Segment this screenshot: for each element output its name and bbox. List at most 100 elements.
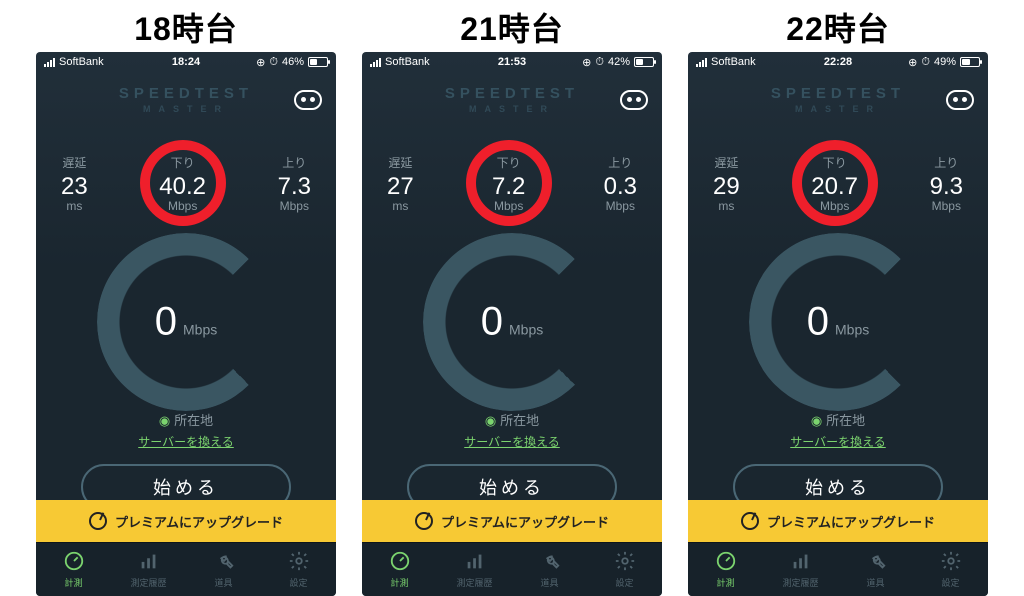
metric-up: 上り 7.3 Mbps — [278, 154, 311, 213]
tab-settings[interactable]: 設定 — [261, 543, 336, 596]
gauge-icon — [89, 512, 107, 530]
logo-line2: MASTER — [688, 105, 988, 114]
tab-measure-icon — [715, 550, 737, 574]
logo-line1: SPEEDTEST — [445, 85, 579, 102]
metric-up: 上り 0.3 Mbps — [604, 154, 637, 213]
gauge-unit: Mbps — [509, 322, 543, 338]
tab-tools-icon — [539, 550, 561, 574]
logo-line2: MASTER — [36, 105, 336, 114]
metric-down: 下り 20.7 Mbps — [790, 154, 880, 213]
tab-history[interactable]: 測定履歴 — [763, 543, 838, 596]
tab-measure[interactable]: 計測 — [362, 543, 437, 596]
metrics-row: 遅延 27 ms 下り 7.2 Mbps 上り 0.3 Mbps — [362, 142, 662, 224]
metric-delay-value: 29 — [713, 173, 740, 201]
tab-history[interactable]: 測定履歴 — [111, 543, 186, 596]
assistant-icon[interactable] — [294, 90, 322, 110]
tab-history[interactable]: 測定履歴 — [437, 543, 512, 596]
change-server-link[interactable]: サーバーを換える — [36, 433, 336, 450]
tab-bar: 計測 測定履歴 道具設定 — [688, 542, 988, 596]
tab-tools-label: 道具 — [540, 576, 558, 589]
metric-delay: 遅延 23 ms — [61, 154, 88, 213]
tab-measure[interactable]: 計測 — [36, 543, 111, 596]
location-row: ◉所在地 — [688, 410, 988, 429]
metric-delay-unit: ms — [713, 199, 740, 213]
premium-banner[interactable]: プレミアムにアップグレード — [36, 500, 336, 542]
tab-tools-icon — [213, 550, 235, 574]
metric-up-value: 0.3 — [604, 173, 637, 201]
metric-down-unit: Mbps — [790, 199, 880, 213]
alarm-icon-2: ⏱ — [921, 56, 930, 69]
metric-delay-unit: ms — [387, 199, 414, 213]
premium-label: プレミアムにアップグレード — [115, 512, 283, 531]
gauge-icon — [415, 512, 433, 530]
metric-delay-label: 遅延 — [387, 154, 414, 171]
metric-delay-label: 遅延 — [61, 154, 88, 171]
metric-up-unit: Mbps — [930, 199, 963, 213]
tab-bar: 計測 測定履歴道具設定 — [36, 542, 336, 596]
clock: 21:53 — [498, 56, 526, 68]
tab-measure-label: 計測 — [64, 576, 82, 589]
gauge-value: 0 — [155, 300, 177, 345]
metric-delay-value: 27 — [387, 173, 414, 201]
metric-down-value: 40.2 — [138, 173, 228, 201]
carrier-label: SoftBank — [59, 56, 104, 68]
metric-up-value: 7.3 — [278, 173, 311, 201]
tab-tools[interactable]: 道具 — [838, 543, 913, 596]
alarm-icon: ⊕ — [256, 56, 265, 69]
status-bar: SoftBank 22:28 ⊕ ⏱ 49% — [688, 52, 988, 72]
assistant-icon[interactable] — [946, 90, 974, 110]
alarm-icon-2: ⏱ — [269, 56, 278, 69]
app-logo: SPEEDTESTMASTER — [688, 86, 988, 114]
premium-banner[interactable]: プレミアムにアップグレード — [688, 500, 988, 542]
metric-delay: 遅延 27 ms — [387, 154, 414, 213]
gauge-unit: Mbps — [183, 322, 217, 338]
screenshot-title: 21時台 — [460, 4, 564, 50]
metric-up-unit: Mbps — [278, 199, 311, 213]
pin-icon: ◉ — [485, 413, 496, 428]
metric-down-unit: Mbps — [464, 199, 554, 213]
tab-tools[interactable]: 道具 — [512, 543, 587, 596]
tab-history-label: 測定履歴 — [782, 576, 818, 589]
tab-settings-label: 設定 — [941, 576, 959, 589]
battery-icon — [634, 57, 654, 67]
location-label: 所在地 — [174, 413, 213, 428]
tab-settings-icon — [614, 550, 636, 574]
metric-up-label: 上り — [604, 154, 637, 171]
tab-history-icon — [138, 550, 160, 574]
metric-down-label: 下り — [464, 154, 554, 171]
premium-label: プレミアムにアップグレード — [441, 512, 609, 531]
tab-tools[interactable]: 道具 — [186, 543, 261, 596]
assistant-icon[interactable] — [620, 90, 648, 110]
tab-measure[interactable]: 計測 — [688, 543, 763, 596]
screenshot-title: 22時台 — [786, 4, 890, 50]
tab-measure-label: 計測 — [390, 576, 408, 589]
metric-down-value: 20.7 — [790, 173, 880, 201]
metric-up-label: 上り — [278, 154, 311, 171]
app-logo: SPEEDTESTMASTER — [362, 86, 662, 114]
premium-banner[interactable]: プレミアムにアップグレード — [362, 500, 662, 542]
alarm-icon: ⊕ — [582, 56, 591, 69]
metric-down-label: 下り — [138, 154, 228, 171]
metric-down: 下り 7.2 Mbps — [464, 154, 554, 213]
signal-icon — [370, 58, 381, 67]
metric-up-value: 9.3 — [930, 173, 963, 201]
signal-icon — [44, 58, 55, 67]
phone-screenshot: SoftBank 21:53 ⊕ ⏱ 42% SPEEDTESTMASTER 遅… — [362, 52, 662, 596]
tab-history-icon — [464, 550, 486, 574]
change-server-link[interactable]: サーバーを換える — [362, 433, 662, 450]
metric-delay-value: 23 — [61, 173, 88, 201]
tab-settings[interactable]: 設定 — [913, 543, 988, 596]
tab-settings-icon — [288, 550, 310, 574]
metrics-row: 遅延 23 ms 下り 40.2 Mbps 上り 7.3 Mbps — [36, 142, 336, 224]
change-server-link[interactable]: サーバーを換える — [688, 433, 988, 450]
tab-settings-icon — [940, 550, 962, 574]
tab-settings-label: 設定 — [289, 576, 307, 589]
metric-down: 下り 40.2 Mbps — [138, 154, 228, 213]
metric-down-label: 下り — [790, 154, 880, 171]
tab-settings-label: 設定 — [615, 576, 633, 589]
tab-settings[interactable]: 設定 — [587, 543, 662, 596]
status-bar: SoftBank 21:53 ⊕ ⏱ 42% — [362, 52, 662, 72]
battery-pct: 42% — [608, 56, 630, 68]
phone-screenshot: SoftBank 18:24 ⊕ ⏱ 46% SPEEDTESTMASTER 遅… — [36, 52, 336, 596]
tab-measure-label: 計測 — [716, 576, 734, 589]
